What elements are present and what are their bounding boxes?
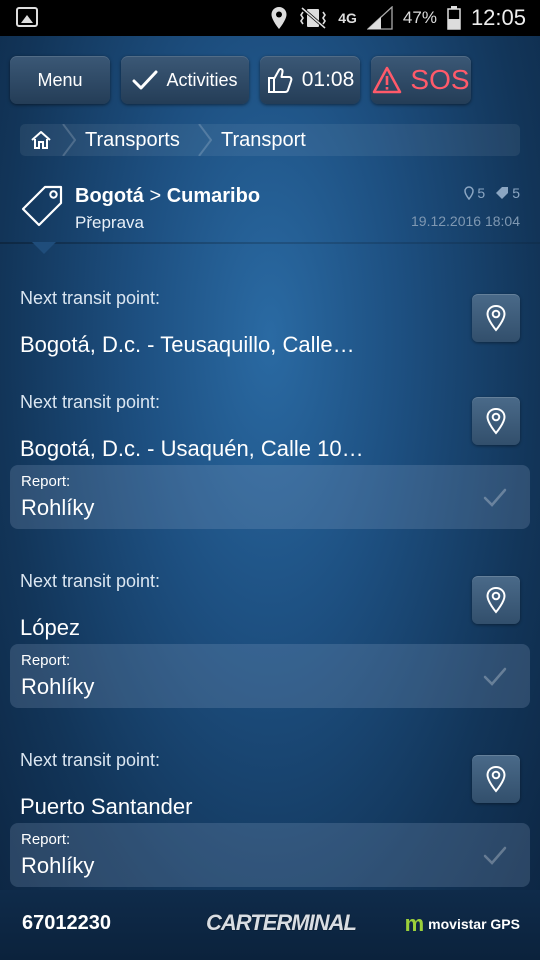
status-bar: 4G 47% 12:05 (0, 0, 540, 36)
sos-button[interactable]: SOS (371, 56, 471, 104)
transport-header: Bogotá > Cumaribo Přeprava 5 5 19.12.201… (0, 172, 540, 242)
route-separator: > (149, 185, 162, 207)
report-label: Report: (21, 831, 71, 848)
transit-point-map-button[interactable] (472, 397, 520, 445)
warning-icon (373, 66, 402, 94)
signal-icon (366, 6, 393, 30)
breadcrumb-item-transports[interactable]: Transports (85, 124, 180, 156)
battery-icon (447, 6, 461, 30)
footer: 67012230 CARTERMINAL m movistar GPS (0, 890, 540, 960)
sos-button-label: SOS (410, 64, 470, 95)
map-pin-icon (486, 765, 506, 793)
header-divider (0, 242, 540, 244)
map-pin-icon (486, 407, 506, 435)
battery-percent: 47% (402, 8, 437, 27)
transit-point-map-button[interactable] (472, 755, 520, 803)
transport-counts: 5 5 (464, 185, 520, 201)
transit-point-label: Next transit point: (20, 288, 161, 308)
transit-point-label: Next transit point: (20, 571, 161, 591)
report-value: Rohlíky (21, 674, 95, 699)
vibrate-mute-icon (300, 6, 327, 30)
home-button[interactable] (20, 124, 62, 156)
tag-icon (21, 185, 63, 227)
transport-type: Přeprava (75, 213, 144, 232)
movistar-logo: m movistar GPS (404, 911, 520, 936)
menu-button[interactable]: Menu (10, 56, 110, 104)
report-value: Rohlíky (21, 853, 95, 878)
transport-route: Bogotá > Cumaribo (75, 185, 260, 208)
activities-button-label: Activities (166, 69, 238, 90)
transit-point-label: Next transit point: (20, 750, 161, 770)
transit-point-address[interactable]: Puerto Santander (20, 794, 400, 820)
carterminal-logo: CARTERMINAL (206, 910, 357, 935)
header-pointer (32, 242, 56, 254)
tags-count: 5 (512, 185, 520, 201)
pin-count-icon (464, 186, 475, 200)
route-to: Cumaribo (166, 185, 261, 207)
route-from: Bogotá (75, 185, 144, 207)
transit-point-address[interactable]: Bogotá, D.c. - Usaquén, Calle 10… (20, 436, 400, 462)
breadcrumb-separator (198, 124, 212, 156)
menu-button-label: Menu (37, 69, 83, 90)
movistar-m-icon: m (404, 911, 425, 936)
transport-date: 19.12.2016 18:04 (411, 213, 520, 229)
tag-count-icon (496, 187, 509, 199)
breadcrumb: Transports Transport (20, 124, 520, 156)
report-check-icon (483, 488, 507, 507)
thumbs-up-icon (267, 67, 293, 93)
timer-button[interactable]: 01:08 (260, 56, 360, 104)
activities-button[interactable]: Activities (121, 56, 249, 104)
report-check-icon (483, 667, 507, 686)
report-row[interactable]: Report: Rohlíky (10, 465, 530, 529)
transit-point-label: Next transit point: (20, 392, 161, 412)
partner-name: movistar GPS (428, 916, 520, 932)
checkmark-icon (132, 70, 158, 90)
device-id: 67012230 (22, 912, 111, 934)
report-label: Report: (21, 652, 71, 669)
network-type: 4G (338, 10, 357, 26)
report-row[interactable]: Report: Rohlíky (10, 823, 530, 887)
report-value: Rohlíky (21, 495, 95, 520)
report-check-icon (483, 846, 507, 865)
points-count: 5 (477, 185, 486, 201)
gallery-notification-icon (16, 7, 38, 27)
home-icon (31, 131, 51, 149)
map-pin-icon (486, 586, 506, 614)
breadcrumb-item-transport[interactable]: Transport (221, 124, 306, 156)
transit-point-address[interactable]: López (20, 615, 400, 641)
report-label: Report: (21, 473, 71, 490)
clock: 12:05 (470, 5, 526, 30)
breadcrumb-separator (62, 124, 76, 156)
map-pin-icon (486, 304, 506, 332)
transit-point-map-button[interactable] (472, 576, 520, 624)
transit-point-map-button[interactable] (472, 294, 520, 342)
timer-value: 01:08 (301, 68, 355, 91)
location-icon (271, 7, 287, 29)
transit-point-address[interactable]: Bogotá, D.c. - Teusaquillo, Calle… (20, 332, 400, 358)
report-row[interactable]: Report: Rohlíky (10, 644, 530, 708)
